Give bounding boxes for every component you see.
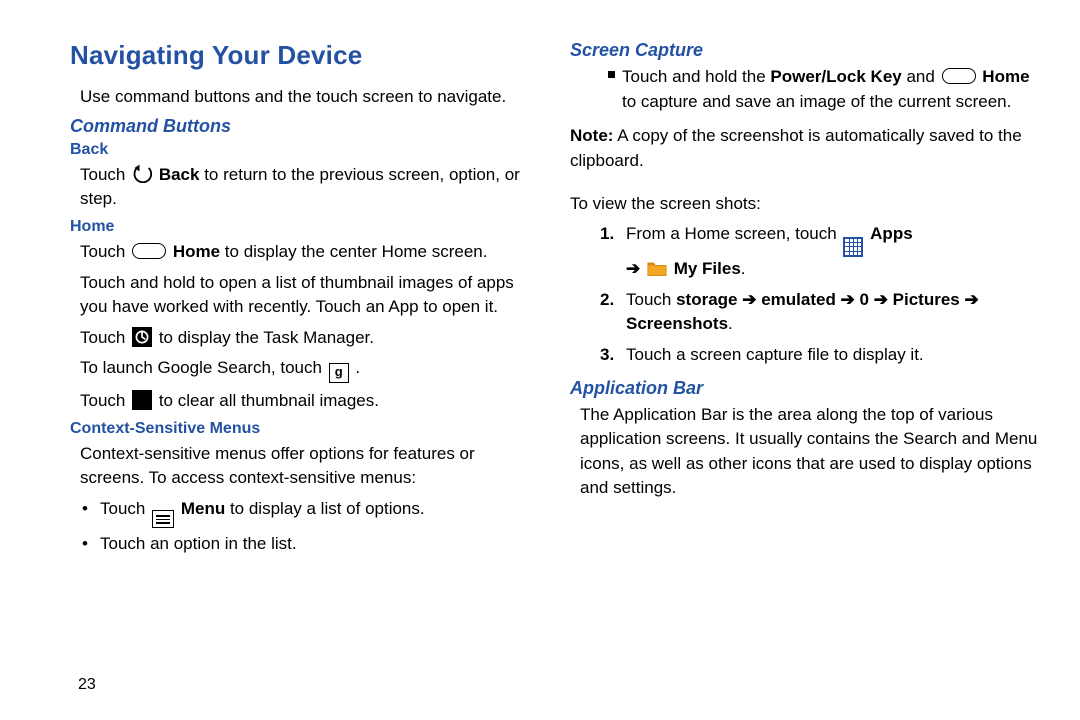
text: From a Home screen, touch [626, 224, 841, 243]
intro-text: Use command buttons and the touch screen… [80, 85, 540, 110]
subsection-back: Back [70, 141, 540, 159]
ctx-bullet-2: • Touch an option in the list. [82, 532, 540, 557]
google-icon: g [329, 363, 349, 383]
text: . [355, 358, 360, 377]
clear-all-icon [132, 390, 152, 410]
step-number: 3. [600, 343, 626, 368]
text: Home [173, 242, 220, 261]
home-line4: To launch Google Search, touch g . [80, 356, 540, 382]
text: Back [159, 165, 200, 184]
text: My Files [674, 259, 741, 278]
home-icon [942, 68, 976, 84]
text: to display the center Home screen. [225, 242, 488, 261]
left-column: Navigating Your Device Use command butto… [70, 40, 540, 690]
subsection-context-menus: Context-Sensitive Menus [70, 420, 540, 438]
home-line3: Touch to display the Task Manager. [80, 326, 540, 351]
text: and [906, 67, 939, 86]
folder-icon [647, 258, 667, 278]
text: . [728, 314, 733, 333]
sc-bullet-1: Touch and hold the Power/Lock Key and Ho… [600, 65, 1040, 114]
page-number: 23 [78, 676, 96, 694]
home-line5: Touch to clear all thumbnail images. [80, 389, 540, 414]
ctx-bullet-1: • Touch Menu to display a list of option… [82, 497, 540, 529]
section-screen-capture: Screen Capture [570, 40, 1040, 61]
section-application-bar: Application Bar [570, 378, 1040, 399]
step-number: 2. [600, 288, 626, 337]
text: to clear all thumbnail images. [159, 391, 379, 410]
text: Touch a screen capture file to display i… [626, 343, 924, 368]
home-line2: Touch and hold to open a list of thumbna… [80, 271, 540, 320]
text: Touch [100, 499, 150, 518]
text: Touch [80, 391, 130, 410]
note-line: Note: A copy of the screenshot is automa… [570, 124, 1040, 173]
text: . [741, 259, 746, 278]
section-command-buttons: Command Buttons [70, 116, 540, 137]
text: Menu [181, 499, 225, 518]
ctx-intro: Context-sensitive menus offer options fo… [80, 442, 540, 491]
text: Touch storage ➔ emulated ➔ 0 ➔ Pictures … [626, 288, 1040, 337]
back-icon [132, 163, 152, 183]
step-1: 1. From a Home screen, touch Apps ➔ My F… [600, 222, 1040, 281]
text: Touch and hold the Power/Lock Key and Ho… [622, 65, 1040, 114]
square-bullet-icon [600, 65, 622, 114]
menu-icon [152, 510, 174, 528]
text: Touch [80, 165, 130, 184]
home-icon [132, 243, 166, 259]
step-3: 3. Touch a screen capture file to displa… [600, 343, 1040, 368]
subsection-home: Home [70, 218, 540, 236]
page-title: Navigating Your Device [70, 40, 540, 71]
text: Apps [870, 224, 913, 243]
text: to display a list of options. [230, 499, 425, 518]
view-intro: To view the screen shots: [570, 192, 1040, 217]
text: Touch Menu to display a list of options. [100, 497, 425, 529]
text: Touch and hold the [622, 67, 770, 86]
text: From a Home screen, touch Apps ➔ My File… [626, 222, 913, 281]
text: Power/Lock Key [770, 67, 901, 86]
text: To launch Google Search, touch [80, 358, 327, 377]
text: Touch [626, 290, 676, 309]
back-text: Touch Back to return to the previous scr… [80, 163, 540, 212]
right-column: Screen Capture Touch and hold the Power/… [570, 40, 1040, 690]
text: Home [982, 67, 1029, 86]
arrow-icon: ➔ [626, 259, 645, 278]
text: Touch an option in the list. [100, 532, 297, 557]
appbar-text: The Application Bar is the area along th… [580, 403, 1040, 502]
text: storage ➔ emulated ➔ 0 ➔ Pictures ➔ Scre… [626, 290, 979, 334]
manual-page: Navigating Your Device Use command butto… [0, 0, 1080, 720]
text: to capture and save an image of the curr… [622, 92, 1011, 111]
step-number: 1. [600, 222, 626, 281]
bullet-marker: • [82, 497, 100, 529]
bullet-marker: • [82, 532, 100, 557]
text: Touch [80, 328, 130, 347]
note-label: Note: [570, 126, 613, 145]
text: Touch [80, 242, 130, 261]
step-2: 2. Touch storage ➔ emulated ➔ 0 ➔ Pictur… [600, 288, 1040, 337]
note-text: A copy of the screenshot is automaticall… [570, 126, 1022, 170]
task-manager-icon [132, 327, 152, 347]
apps-icon [843, 237, 863, 257]
text: to display the Task Manager. [159, 328, 374, 347]
home-line1: Touch Home to display the center Home sc… [80, 240, 540, 265]
